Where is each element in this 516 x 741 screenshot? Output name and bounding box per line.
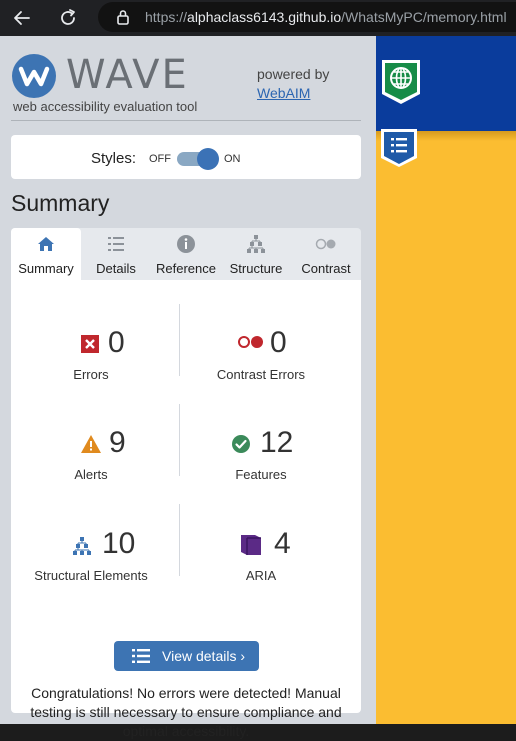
styles-toggle-knob[interactable] bbox=[197, 148, 219, 170]
stat-divider bbox=[179, 504, 180, 576]
view-details-label: View details › bbox=[162, 648, 246, 664]
tab-structure-label: Structure bbox=[229, 261, 283, 276]
back-arrow-icon bbox=[14, 11, 30, 25]
powered-by-label: powered by bbox=[257, 66, 330, 82]
tab-contrast[interactable]: Contrast bbox=[291, 228, 361, 280]
errors-label: Errors bbox=[73, 367, 109, 382]
summary-card: 0 Errors 0 Contrast Errors 9 Alerts 12 F… bbox=[11, 280, 361, 739]
alert-icon bbox=[81, 435, 101, 453]
structural-element-icon bbox=[73, 537, 91, 555]
stat-divider bbox=[179, 304, 180, 376]
home-icon bbox=[38, 237, 54, 251]
alerts-count: 9 bbox=[109, 426, 126, 459]
structural-elements-count: 10 bbox=[102, 527, 136, 560]
header-divider bbox=[11, 120, 361, 121]
view-details-button[interactable]: View details › bbox=[114, 641, 259, 671]
reload-icon bbox=[61, 9, 75, 25]
lock-icon[interactable] bbox=[116, 9, 130, 25]
wave-logo-text: WAVE bbox=[66, 52, 189, 98]
tab-summary-label: Summary bbox=[18, 261, 74, 276]
error-icon bbox=[81, 335, 99, 353]
contrast-errors-count: 0 bbox=[270, 326, 287, 359]
back-button[interactable] bbox=[9, 5, 35, 31]
aria-icon bbox=[241, 535, 261, 555]
wave-logo-icon bbox=[12, 54, 56, 98]
summary-heading: Summary bbox=[11, 190, 110, 216]
tab-reference[interactable]: Reference bbox=[151, 228, 221, 280]
list-icon bbox=[132, 649, 150, 663]
styles-on-label: ON bbox=[224, 153, 241, 165]
tab-contrast-label: Contrast bbox=[301, 261, 351, 276]
info-icon bbox=[177, 235, 195, 253]
alerts-label: Alerts bbox=[74, 467, 108, 482]
wave-sidebar: WAVE web accessibility evaluation tool p… bbox=[0, 36, 376, 739]
aria-label: ARIA bbox=[245, 568, 277, 583]
styles-label: Styles: bbox=[91, 150, 137, 167]
address-bar[interactable]: https://alphaclass6143.github.io/WhatsMy… bbox=[98, 2, 516, 32]
tab-details[interactable]: Details bbox=[81, 228, 151, 280]
tab-structure[interactable]: Structure bbox=[221, 228, 291, 280]
contrast-error-icon bbox=[238, 336, 263, 348]
wave-feature-marker-icon[interactable] bbox=[380, 58, 422, 106]
wave-tagline: web accessibility evaluation tool bbox=[13, 99, 198, 114]
wave-structure-marker-icon[interactable] bbox=[380, 128, 418, 168]
styles-off-label: OFF bbox=[149, 153, 171, 165]
contrast-icon bbox=[315, 238, 336, 250]
feature-check-icon bbox=[232, 435, 250, 453]
features-count: 12 bbox=[260, 426, 294, 459]
webaim-link[interactable]: WebAIM bbox=[257, 85, 310, 101]
list-icon bbox=[108, 237, 124, 251]
wave-w-icon bbox=[18, 66, 50, 87]
contrast-errors-label: Contrast Errors bbox=[216, 367, 306, 382]
tab-details-label: Details bbox=[96, 261, 136, 276]
url-text: https://alphaclass6143.github.io/WhatsMy… bbox=[145, 9, 507, 25]
reload-button[interactable] bbox=[55, 5, 81, 31]
url-host: alphaclass6143.github.io bbox=[187, 9, 342, 25]
structure-icon bbox=[247, 235, 265, 253]
tab-summary[interactable]: Summary bbox=[11, 228, 81, 280]
tab-reference-label: Reference bbox=[156, 261, 216, 276]
stat-divider bbox=[179, 404, 180, 476]
errors-count: 0 bbox=[108, 326, 125, 359]
url-scheme: https:// bbox=[145, 9, 188, 25]
evaluated-page bbox=[376, 36, 516, 724]
url-path: /WhatsMyPC/memory.html bbox=[341, 9, 507, 25]
browser-toolbar: https://alphaclass6143.github.io/WhatsMy… bbox=[0, 0, 516, 36]
aria-count: 4 bbox=[274, 527, 291, 560]
structural-elements-label: Structural Elements bbox=[34, 568, 148, 583]
features-label: Features bbox=[235, 467, 287, 482]
panel-tabs: Summary Details Reference Structure Cont… bbox=[11, 228, 361, 280]
styles-toggle-card: Styles: OFF ON bbox=[11, 135, 361, 179]
congrats-message: Congratulations! No errors were detected… bbox=[30, 685, 342, 739]
